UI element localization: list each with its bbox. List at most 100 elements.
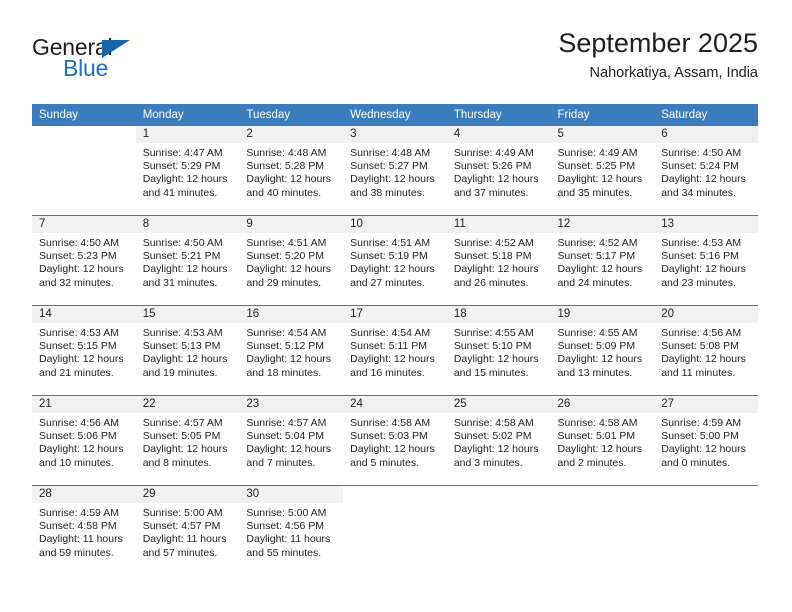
calendar-day-cell[interactable]: 17 Sunrise: 4:54 AM Sunset: 5:11 PM Dayligh… <box>343 305 447 396</box>
calendar-day-cell[interactable]: 28 Sunrise: 4:59 AM Sunset: 4:58 PM Dayligh… <box>32 485 136 575</box>
calendar-table: Sunday Monday Tuesday Wednesday Thursday Frid… <box>32 104 758 575</box>
brand-logo[interactable]: General Blue <box>32 34 262 94</box>
day-detail-line: Daylight: 12 hours <box>246 173 332 186</box>
day-number: 20 <box>654 306 758 323</box>
day-detail-line: Sunrise: 4:48 AM <box>350 147 431 159</box>
day-detail-line: and 0 minutes. <box>661 456 731 469</box>
calendar-day-cell[interactable]: 24 Sunrise: 4:58 AM Sunset: 5:03 PM Dayligh… <box>343 395 447 486</box>
day-number: 23 <box>239 396 344 413</box>
day-number: 24 <box>343 396 447 413</box>
day-number: 28 <box>32 486 136 503</box>
day-detail-line: Sunset: 5:01 PM <box>557 430 636 443</box>
day-detail-line: Sunrise: 4:58 AM <box>557 417 638 429</box>
day-number: 12 <box>550 216 655 233</box>
day-details: Sunrise: 4:59 AM Sunset: 4:58 PM Daylight:… <box>32 503 136 560</box>
day-details: Sunrise: 4:56 AM Sunset: 5:08 PM Daylight:… <box>654 323 758 380</box>
day-detail-line: and 31 minutes. <box>142 276 218 289</box>
day-detail-line: Sunrise: 4:49 AM <box>453 147 534 159</box>
calendar-day-cell[interactable]: 27 Sunrise: 4:59 AM Sunset: 5:00 PM Dayligh… <box>654 395 758 486</box>
calendar-week-row: 7 Sunrise: 4:50 AM Sunset: 5:23 PM Daylight… <box>32 215 758 306</box>
day-detail-line: Daylight: 12 hours <box>350 443 435 456</box>
day-detail-line: Daylight: 12 hours <box>557 263 643 276</box>
calendar-day-cell[interactable]: 9 Sunrise: 4:51 AM Sunset: 5:20 PM Daylight… <box>239 215 344 306</box>
calendar-day-cell[interactable]: 23 Sunrise: 4:57 AM Sunset: 5:04 PM Dayligh… <box>239 395 344 486</box>
weekday-header-friday: Friday <box>550 104 655 126</box>
day-detail-line: Sunset: 5:04 PM <box>246 430 325 443</box>
calendar-day-cell[interactable]: 7 Sunrise: 4:50 AM Sunset: 5:23 PM Daylight… <box>32 215 136 306</box>
day-detail-line: Daylight: 11 hours <box>39 533 123 546</box>
day-detail-line: Sunset: 5:08 PM <box>661 340 739 353</box>
day-detail-line: and 34 minutes. <box>661 186 736 199</box>
calendar-day-cell[interactable]: 16 Sunrise: 4:54 AM Sunset: 5:12 PM Dayligh… <box>239 305 344 396</box>
day-details: Sunrise: 4:50 AM Sunset: 5:23 PM Daylight:… <box>32 233 136 290</box>
day-detail-line: Sunrise: 4:55 AM <box>453 327 534 339</box>
calendar-day-cell[interactable]: 8 Sunrise: 4:50 AM Sunset: 5:21 PM Daylight… <box>135 215 240 306</box>
day-number <box>343 486 447 503</box>
day-number: 19 <box>550 306 655 323</box>
day-detail-line: and 19 minutes. <box>142 366 218 379</box>
calendar-day-cell[interactable]: 11 Sunrise: 4:52 AM Sunset: 5:18 PM Dayligh… <box>446 215 551 306</box>
calendar-day-cell[interactable]: 6 Sunrise: 4:50 AM Sunset: 5:24 PM Daylight… <box>654 126 758 216</box>
calendar-day-cell[interactable]: 30 Sunrise: 5:00 AM Sunset: 4:56 PM Dayligh… <box>239 485 344 575</box>
day-details: Sunrise: 4:53 AM Sunset: 5:15 PM Daylight:… <box>32 323 136 380</box>
day-detail-line: and 2 minutes. <box>557 456 627 469</box>
day-detail-line: Sunrise: 5:00 AM <box>142 507 223 519</box>
calendar-header-row: Sunday Monday Tuesday Wednesday Thursday Frid… <box>32 104 758 126</box>
day-number: 7 <box>32 216 136 233</box>
day-details: Sunrise: 4:54 AM Sunset: 5:11 PM Daylight:… <box>343 323 447 380</box>
day-detail-line: and 23 minutes. <box>661 276 736 289</box>
calendar-page: General Blue September 2025 Nahorkatiya,… <box>0 0 792 612</box>
calendar-day-cell[interactable]: 20 Sunrise: 4:56 AM Sunset: 5:08 PM Dayligh… <box>654 305 758 396</box>
day-detail-line: Sunrise: 4:52 AM <box>557 237 638 249</box>
day-detail-line: Sunset: 5:18 PM <box>453 250 532 263</box>
calendar-day-cell[interactable]: 21 Sunrise: 4:56 AM Sunset: 5:06 PM Dayligh… <box>32 395 136 486</box>
day-detail-line: Sunrise: 4:53 AM <box>661 237 742 249</box>
day-detail-line: Sunrise: 4:56 AM <box>39 417 119 429</box>
day-detail-line: Sunset: 5:05 PM <box>142 430 221 443</box>
calendar-day-cell[interactable]: 22 Sunrise: 4:57 AM Sunset: 5:05 PM Dayligh… <box>135 395 240 486</box>
day-detail-line: and 15 minutes. <box>453 366 529 379</box>
calendar-day-cell[interactable]: 13 Sunrise: 4:53 AM Sunset: 5:16 PM Dayligh… <box>654 215 758 306</box>
day-detail-line: Sunset: 5:26 PM <box>453 160 532 173</box>
calendar-day-cell[interactable]: 1 Sunrise: 4:47 AM Sunset: 5:29 PM Daylight… <box>135 126 240 216</box>
calendar-day-cell[interactable]: 15 Sunrise: 4:53 AM Sunset: 5:13 PM Dayligh… <box>135 305 240 396</box>
day-detail-line: Daylight: 11 hours <box>246 533 331 546</box>
day-detail-line: Daylight: 12 hours <box>661 263 746 276</box>
calendar-day-cell[interactable]: 2 Sunrise: 4:48 AM Sunset: 5:28 PM Daylight… <box>239 126 344 216</box>
calendar-day-cell[interactable]: 12 Sunrise: 4:52 AM Sunset: 5:17 PM Dayligh… <box>550 215 655 306</box>
calendar-day-cell[interactable]: 4 Sunrise: 4:49 AM Sunset: 5:26 PM Daylight… <box>446 126 551 216</box>
day-detail-line: Sunset: 5:25 PM <box>557 160 636 173</box>
day-number: 6 <box>654 126 758 143</box>
day-details: Sunrise: 4:57 AM Sunset: 5:04 PM Daylight:… <box>239 413 343 470</box>
day-detail-line: Sunset: 4:56 PM <box>246 520 325 533</box>
day-detail-line: Sunset: 5:20 PM <box>246 250 325 263</box>
calendar-week-row: 21 Sunrise: 4:56 AM Sunset: 5:06 PM Dayligh… <box>32 395 758 486</box>
day-detail-line: Sunrise: 5:00 AM <box>246 507 327 519</box>
day-detail-line: and 26 minutes. <box>453 276 529 289</box>
day-detail-line: Sunrise: 4:50 AM <box>39 237 119 249</box>
calendar-day-cell[interactable]: 29 Sunrise: 5:00 AM Sunset: 4:57 PM Dayligh… <box>135 485 240 575</box>
day-detail-line: Sunset: 5:15 PM <box>39 340 117 353</box>
calendar-day-cell[interactable]: 5 Sunrise: 4:49 AM Sunset: 5:25 PM Daylight… <box>550 126 655 216</box>
day-detail-line: and 24 minutes. <box>557 276 633 289</box>
calendar-day-cell[interactable]: 26 Sunrise: 4:58 AM Sunset: 5:01 PM Dayligh… <box>550 395 655 486</box>
calendar-day-cell[interactable]: 18 Sunrise: 4:55 AM Sunset: 5:10 PM Dayligh… <box>446 305 551 396</box>
day-detail-line: Sunrise: 4:57 AM <box>142 417 223 429</box>
calendar-week-row: 14 Sunrise: 4:53 AM Sunset: 5:15 PM Dayligh… <box>32 305 758 396</box>
calendar-day-cell[interactable]: 3 Sunrise: 4:48 AM Sunset: 5:27 PM Daylight… <box>343 126 447 216</box>
day-detail-line: Daylight: 12 hours <box>661 173 746 186</box>
calendar-day-cell[interactable]: 14 Sunrise: 4:53 AM Sunset: 5:15 PM Dayligh… <box>32 305 136 396</box>
day-details <box>343 503 447 507</box>
day-number: 15 <box>135 306 240 323</box>
day-detail-line: Sunset: 5:29 PM <box>142 160 221 173</box>
calendar-day-cell[interactable]: 25 Sunrise: 4:58 AM Sunset: 5:02 PM Dayligh… <box>446 395 551 486</box>
title-block: September 2025 Nahorkatiya, Assam, India <box>558 26 758 84</box>
calendar-day-cell[interactable]: 19 Sunrise: 4:55 AM Sunset: 5:09 PM Dayligh… <box>550 305 655 396</box>
day-details: Sunrise: 4:52 AM Sunset: 5:18 PM Daylight:… <box>447 233 551 290</box>
day-details <box>32 143 136 147</box>
day-detail-line: and 27 minutes. <box>350 276 425 289</box>
calendar-day-cell[interactable]: 10 Sunrise: 4:51 AM Sunset: 5:19 PM Dayligh… <box>343 215 447 306</box>
day-details <box>447 503 551 507</box>
day-details: Sunrise: 4:53 AM Sunset: 5:13 PM Daylight:… <box>136 323 240 380</box>
day-detail-line: Daylight: 12 hours <box>557 353 643 366</box>
